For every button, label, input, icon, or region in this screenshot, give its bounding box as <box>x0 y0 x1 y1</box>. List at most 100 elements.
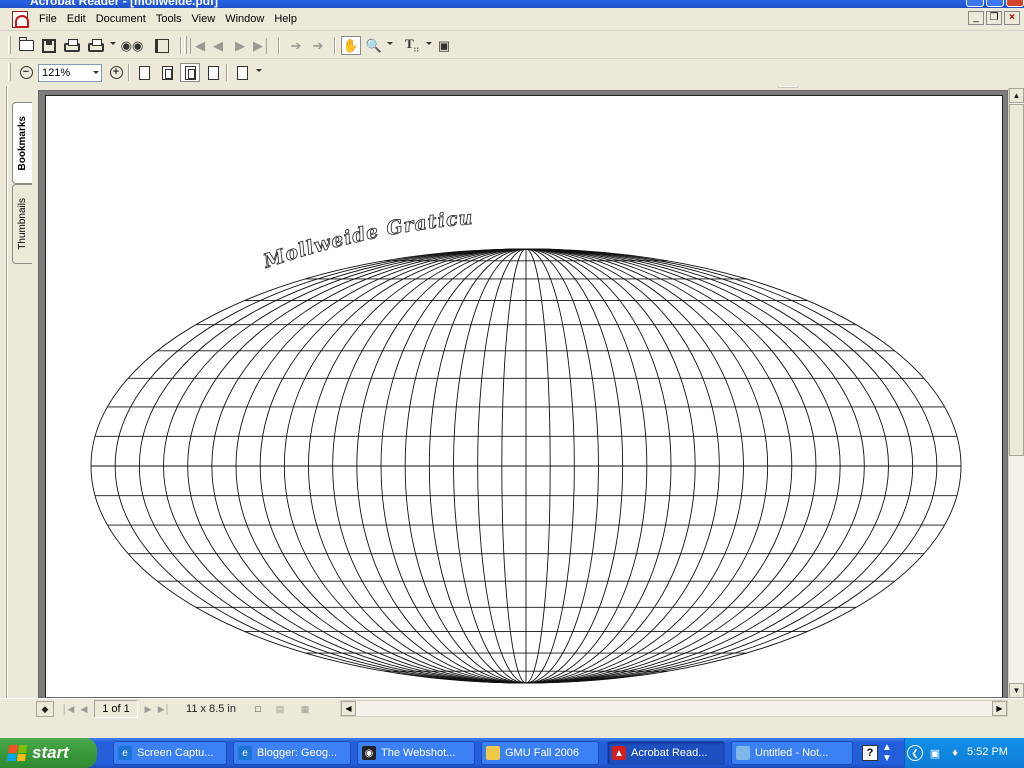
zoom-level-dropdown-arrow[interactable] <box>93 71 99 74</box>
file-toolbar: ◉◉ │◀ ◀ ▶ ▶│ ➔ ➔ ✋ 🔍 T:: ▣ Adobe <box>0 32 1024 88</box>
text-select-tool-button[interactable]: T:: <box>402 36 422 55</box>
tray-expand-chevron-icon[interactable]: ❮ <box>907 745 923 761</box>
scroll-right-button[interactable]: ▶ <box>992 701 1007 716</box>
scroll-up-button[interactable]: ▲ <box>1009 88 1024 103</box>
last-page-button[interactable]: ▶│ <box>252 36 272 55</box>
zoom-in-magnifier-icon: 🔍 <box>365 38 383 53</box>
facing-layout-button[interactable]: ▦ <box>296 701 314 717</box>
acrobat-reader-window: Acrobat Reader - [mollweide.pdf] File Ed… <box>0 0 1024 768</box>
first-page-button[interactable]: │◀ <box>186 36 206 55</box>
doc-close-button[interactable]: × <box>1004 11 1020 25</box>
nav-pane-toggle-button[interactable]: ◆ <box>36 701 54 717</box>
close-button[interactable] <box>1006 0 1024 7</box>
status-first-page-button[interactable]: │◀ <box>62 701 75 717</box>
save-button[interactable] <box>39 36 59 55</box>
toolbar-grip[interactable] <box>8 36 11 54</box>
email-button[interactable] <box>86 36 106 55</box>
page-size-indicator: 11 x 8.5 in <box>186 703 236 715</box>
fit-visible-button[interactable] <box>203 63 223 82</box>
rotate-view-button[interactable] <box>232 63 252 82</box>
start-label: start <box>32 743 69 762</box>
show-hide-navigation-button[interactable] <box>152 36 172 55</box>
taskbar-item-webshot[interactable]: ◉ The Webshot... <box>357 741 475 765</box>
document-view[interactable]: Mollweide Graticule <box>38 90 1008 698</box>
email-icon <box>88 38 104 52</box>
fit-width-button[interactable] <box>180 63 200 82</box>
start-button[interactable]: start <box>0 738 97 768</box>
binoculars-icon: ◉◉ <box>120 38 144 53</box>
menu-help[interactable]: Help <box>269 12 302 27</box>
toolbar-separator <box>334 37 336 54</box>
scroll-down-button[interactable]: ▼ <box>1009 683 1024 698</box>
menu-tools[interactable]: Tools <box>151 12 187 27</box>
acrobat-document-icon[interactable] <box>12 11 29 28</box>
navigation-pane-icon <box>155 38 169 53</box>
toolbar-grip[interactable] <box>8 63 11 81</box>
maximize-button[interactable] <box>986 0 1004 7</box>
taskbar-item-blogger[interactable]: e Blogger: Geog... <box>233 741 351 765</box>
zoom-level-field[interactable]: 121% <box>38 64 102 82</box>
go-back-button[interactable]: ➔ <box>286 36 306 55</box>
tab-bookmarks-label: Bookmarks <box>17 115 28 171</box>
quick-launch-arrows-icon[interactable]: ▲ ▼ <box>882 742 898 764</box>
email-dropdown-arrow[interactable] <box>110 42 116 45</box>
first-page-icon: │◀ <box>186 38 206 53</box>
tab-bookmarks[interactable]: Bookmarks <box>12 102 32 184</box>
horizontal-scrollbar[interactable]: ◀ ▶ <box>340 700 1008 717</box>
text-select-icon: T:: <box>405 36 419 54</box>
zoom-in-button[interactable]: + <box>106 63 126 82</box>
status-last-page-button[interactable]: ▶│ <box>158 701 171 717</box>
taskbar-clock[interactable]: 5:52 PM <box>967 746 1008 758</box>
go-forward-icon: ➔ <box>312 38 324 53</box>
hand-tool-button[interactable]: ✋ <box>341 36 361 55</box>
actual-size-button[interactable] <box>134 63 154 82</box>
next-page-icon: ▶ <box>235 38 245 53</box>
help-question-icon[interactable]: ? <box>862 745 878 761</box>
menu-file[interactable]: File <box>34 12 62 27</box>
text-tool-dropdown-arrow[interactable] <box>426 42 432 45</box>
window-controls <box>966 0 1024 7</box>
graticule-lines <box>90 248 962 684</box>
snapshot-tool-button[interactable]: ▣ <box>434 36 454 55</box>
zoom-tool-button[interactable]: 🔍 <box>364 36 384 55</box>
vertical-scrollbar[interactable]: ▲ ▼ <box>1008 88 1024 698</box>
scroll-thumb[interactable] <box>1009 104 1024 456</box>
hand-icon: ✋ <box>342 38 360 53</box>
fit-page-button[interactable] <box>157 63 177 82</box>
zoom-out-button[interactable]: − <box>16 63 36 82</box>
next-page-button[interactable]: ▶ <box>230 36 250 55</box>
menu-view[interactable]: View <box>187 12 221 27</box>
last-page-icon: ▶│ <box>252 38 272 53</box>
single-page-layout-button[interactable]: □ <box>250 701 266 717</box>
previous-page-button[interactable]: ◀ <box>208 36 228 55</box>
zoom-tool-dropdown-arrow[interactable] <box>387 42 393 45</box>
scroll-left-button[interactable]: ◀ <box>341 701 356 716</box>
rotate-pages-icon <box>236 65 248 80</box>
continuous-layout-button[interactable]: ▤ <box>272 701 288 717</box>
rotate-dropdown-arrow[interactable] <box>256 69 262 72</box>
minimize-button[interactable] <box>966 0 984 7</box>
menu-document[interactable]: Document <box>91 12 151 27</box>
status-next-page-button[interactable]: ▶ <box>142 701 154 717</box>
go-forward-button[interactable]: ➔ <box>308 36 328 55</box>
network-monitor-icon[interactable]: ▣ <box>927 745 943 761</box>
taskbar-item-notepad[interactable]: Untitled - Not... <box>731 741 853 765</box>
doc-restore-button[interactable]: ❐ <box>986 11 1002 25</box>
taskbar-item-acrobat-reader[interactable]: ▲ Acrobat Read... <box>607 741 725 765</box>
search-button[interactable]: ◉◉ <box>120 36 144 55</box>
task-label: The Webshot... <box>381 747 456 759</box>
task-label: GMU Fall 2006 <box>505 747 579 759</box>
tab-thumbnails[interactable]: Thumbnails <box>12 184 32 264</box>
status-previous-page-button[interactable]: ◀ <box>78 701 90 717</box>
print-button[interactable] <box>62 36 82 55</box>
open-button[interactable] <box>16 36 36 55</box>
menu-edit[interactable]: Edit <box>62 12 91 27</box>
security-shield-icon[interactable]: ♦ <box>947 745 963 761</box>
taskbar-item-screen-capture[interactable]: e Screen Captu... <box>113 741 227 765</box>
pdf-page[interactable]: Mollweide Graticule <box>45 95 1003 697</box>
navigation-pane-divider[interactable] <box>6 86 8 718</box>
menu-window[interactable]: Window <box>220 12 269 27</box>
doc-minimize-button[interactable]: _ <box>968 11 984 25</box>
page-number-field[interactable]: 1 of 1 <box>94 700 138 718</box>
taskbar-item-gmu-folder[interactable]: GMU Fall 2006 <box>481 741 599 765</box>
